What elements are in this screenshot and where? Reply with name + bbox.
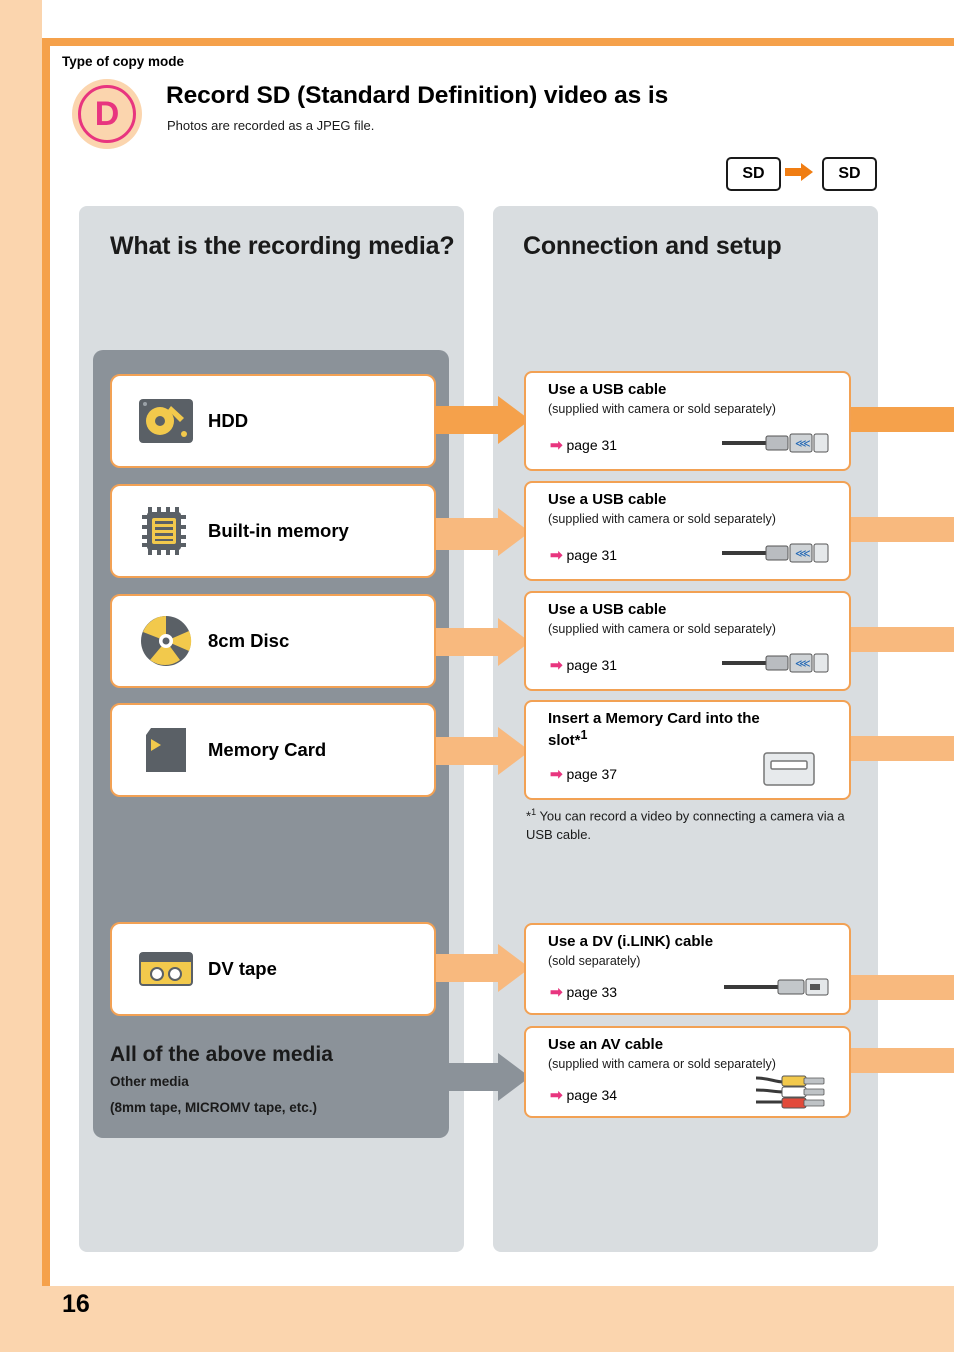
- flow-stub-3: [847, 627, 954, 652]
- media-card-builtin-memory[interactable]: Built-in memory: [110, 484, 436, 578]
- svg-text:⋘: ⋘: [795, 548, 811, 560]
- media-card-8cm-disc[interactable]: 8cm Disc: [110, 594, 436, 688]
- connection-box-memory-card[interactable]: Insert a Memory Card into the slot*1 ➡ p…: [524, 700, 851, 800]
- connection-page-ref[interactable]: ➡ page 31: [550, 546, 617, 564]
- flow-stub-5: [847, 975, 954, 1000]
- connection-box-av-cable[interactable]: Use an AV cable (supplied with camera or…: [524, 1026, 851, 1118]
- flow-stub-1: [847, 407, 954, 432]
- all-media-subtitle-1: Other media: [110, 1074, 189, 1089]
- flow-arrow-hdd: [430, 396, 530, 444]
- memory-card-slot-icon: [763, 752, 815, 786]
- page-number: 16: [62, 1290, 90, 1318]
- usb-cable-icon: ⋘: [722, 650, 830, 676]
- media-card-dv-tape[interactable]: DV tape: [110, 922, 436, 1016]
- av-cable-icon: [754, 1072, 828, 1110]
- flow-arrow-disc: [430, 618, 530, 666]
- flow-stub-6: [847, 1048, 954, 1073]
- panel-right-title: Connection and setup: [523, 232, 782, 260]
- memory-chip-icon: [134, 505, 198, 557]
- hdd-icon: [134, 395, 198, 447]
- connection-box-dv-cable[interactable]: Use a DV (i.LINK) cable (sold separately…: [524, 923, 851, 1015]
- connection-title: Use a USB cable: [548, 381, 667, 398]
- page-border-top: [42, 38, 954, 46]
- connection-box-usb-2[interactable]: Use a USB cable (supplied with camera or…: [524, 481, 851, 581]
- page-arrow-icon: ➡: [550, 657, 563, 674]
- connection-box-usb-3[interactable]: Use a USB cable (supplied with camera or…: [524, 591, 851, 691]
- page-ref-text: page 31: [566, 547, 618, 563]
- dv-cable-icon: [724, 975, 830, 999]
- page-ref-text: page 34: [566, 1087, 618, 1103]
- connection-note: (supplied with camera or sold separately…: [548, 402, 776, 416]
- media-card-memory-card[interactable]: Memory Card: [110, 703, 436, 797]
- page-arrow-icon: ➡: [550, 1087, 563, 1104]
- page-border-left: [42, 38, 50, 1286]
- page-ref-text: page 31: [566, 657, 618, 673]
- mode-badge-letter: D: [78, 85, 136, 143]
- footnote-text: *1 You can record a video by connecting …: [526, 807, 845, 843]
- connection-title: Use an AV cable: [548, 1036, 664, 1053]
- page-arrow-icon: ➡: [550, 766, 563, 783]
- disc-icon: [134, 615, 198, 667]
- page-ref-text: page 33: [566, 984, 618, 1000]
- page-title: Record SD (Standard Definition) video as…: [166, 82, 669, 109]
- flow-arrow-all-media: [430, 1053, 530, 1101]
- connection-page-ref[interactable]: ➡ page 31: [550, 656, 617, 674]
- flow-arrow-memcard: [430, 727, 530, 775]
- connection-title: Use a DV (i.LINK) cable: [548, 933, 714, 950]
- svg-text:⋘: ⋘: [795, 438, 811, 450]
- connection-page-ref[interactable]: ➡ page 31: [550, 436, 617, 454]
- page-subtitle: Photos are recorded as a JPEG file.: [167, 118, 375, 133]
- media-card-label: 8cm Disc: [208, 630, 290, 651]
- bottom-margin-tint: [0, 1286, 954, 1352]
- page-arrow-icon: ➡: [550, 547, 563, 564]
- flow-arrow-builtin: [430, 508, 530, 556]
- connection-page-ref[interactable]: ➡ page 37: [550, 765, 617, 783]
- chip-source-sd: SD: [726, 157, 781, 191]
- flow-arrow-dvtape: [430, 944, 530, 992]
- chip-arrow-icon: [785, 163, 813, 181]
- usb-cable-icon: ⋘: [722, 430, 830, 456]
- connection-note: (supplied with camera or sold separately…: [548, 1057, 776, 1071]
- media-card-label: HDD: [208, 410, 249, 431]
- flow-stub-4: [847, 736, 954, 761]
- connection-title: Use a USB cable: [548, 491, 667, 508]
- page-frame: 16 Type of copy mode D Record SD (Standa…: [0, 0, 954, 1352]
- media-card-label: DV tape: [208, 958, 277, 979]
- dv-tape-icon: [134, 943, 198, 995]
- connection-page-ref[interactable]: ➡ page 33: [550, 983, 617, 1001]
- media-card-label: Built-in memory: [208, 520, 349, 541]
- media-card-label: Memory Card: [208, 739, 327, 760]
- connection-note: (supplied with camera or sold separately…: [548, 622, 776, 636]
- connection-box-usb-1[interactable]: Use a USB cable (supplied with camera or…: [524, 371, 851, 471]
- memory-card-icon: [134, 724, 198, 776]
- chip-dest-sd: SD: [822, 157, 877, 191]
- all-media-subtitle-2: (8mm tape, MICROMV tape, etc.): [110, 1100, 318, 1115]
- panel-left-title: What is the recording media?: [110, 232, 455, 260]
- type-of-copy-mode-label: Type of copy mode: [62, 54, 185, 69]
- page-ref-text: page 31: [566, 437, 618, 453]
- connection-title: Use a USB cable: [548, 601, 667, 618]
- page-arrow-icon: ➡: [550, 437, 563, 454]
- mode-badge: D: [72, 79, 142, 149]
- page-arrow-icon: ➡: [550, 984, 563, 1001]
- connection-page-ref[interactable]: ➡ page 34: [550, 1086, 617, 1104]
- usb-cable-icon: ⋘: [722, 540, 830, 566]
- flow-stub-2: [847, 517, 954, 542]
- left-margin-tint: [0, 0, 42, 1352]
- connection-title: Insert a Memory Card into the slot*1: [548, 710, 760, 750]
- all-media-title: All of the above media: [110, 1043, 333, 1066]
- svg-text:⋘: ⋘: [795, 658, 811, 670]
- page-ref-text: page 37: [566, 766, 618, 782]
- connection-note: (supplied with camera or sold separately…: [548, 512, 776, 526]
- connection-note: (sold separately): [548, 954, 641, 968]
- media-card-hdd[interactable]: HDD: [110, 374, 436, 468]
